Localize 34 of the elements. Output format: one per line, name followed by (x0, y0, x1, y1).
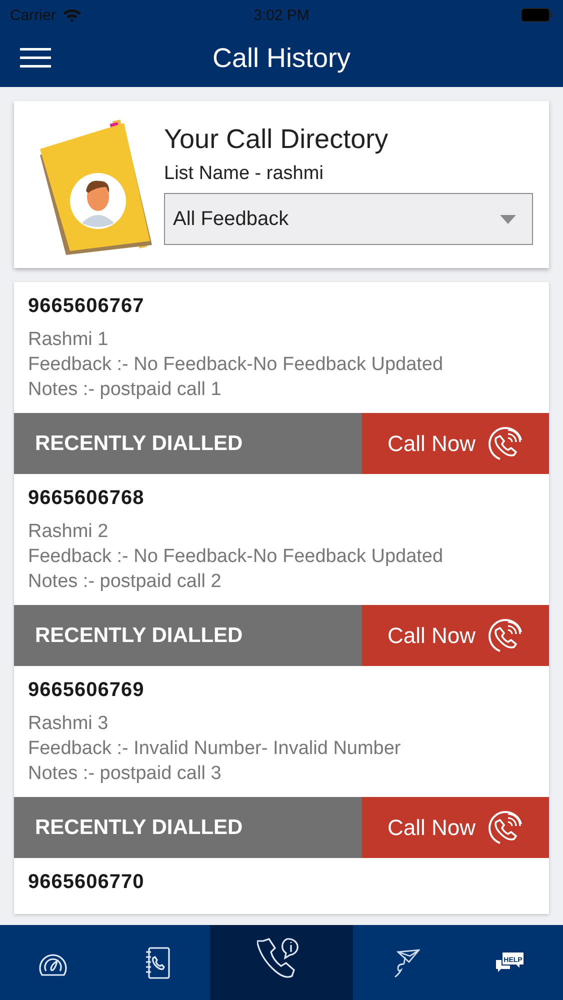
clock-time: 3:02 PM (254, 6, 310, 24)
notes-text: Notes :- postpaid call 1 (28, 379, 222, 401)
contact-name: Rashmi 3 (28, 713, 110, 735)
phone-icon (488, 618, 524, 654)
phone-number: 9665606768 (28, 487, 146, 510)
caret-icon (500, 214, 516, 224)
phone-number: 9665606770 (28, 871, 146, 894)
phonebook-icon (144, 946, 171, 978)
call-now-button[interactable]: Call Now (362, 413, 549, 474)
list-name: List Name - rashmi (164, 163, 324, 185)
notes-text: Notes :- postpaid call 2 (28, 571, 222, 593)
phone-number: 9665606767 (28, 295, 146, 318)
wifi-icon (62, 8, 82, 22)
feedback-text: Feedback :- Invalid Number- Invalid Number (28, 738, 402, 760)
call-now-button[interactable]: Call Now (362, 605, 549, 666)
phone-number: 9665606769 (28, 679, 146, 702)
carrier-name: Carrier (10, 6, 56, 24)
contact-name: Rashmi 1 (28, 329, 110, 351)
phone-icon (488, 810, 524, 846)
feedback-text: Feedback :- No Feedback-No Feedback Updated (28, 354, 444, 376)
call-now-button[interactable]: Call Now (362, 797, 549, 858)
call-status: RECENTLY DIALLED (14, 413, 362, 474)
feedback-text: Feedback :- No Feedback-No Feedback Updated (28, 546, 444, 568)
phone-icon (488, 426, 524, 462)
notes-text: Notes :- postpaid call 3 (28, 763, 222, 785)
feedback-dropdown[interactable]: All Feedback (164, 193, 533, 245)
tab-item[interactable] (210, 925, 353, 1000)
call-status: RECENTLY DIALLED (14, 797, 362, 858)
contact-name: Rashmi 2 (28, 521, 110, 543)
battery-icon (521, 8, 553, 22)
directory-title: Your Call Directory (164, 124, 390, 155)
menu-icon[interactable] (20, 48, 51, 68)
screen-title: Call History (212, 43, 351, 74)
call-status: RECENTLY DIALLED (14, 605, 362, 666)
